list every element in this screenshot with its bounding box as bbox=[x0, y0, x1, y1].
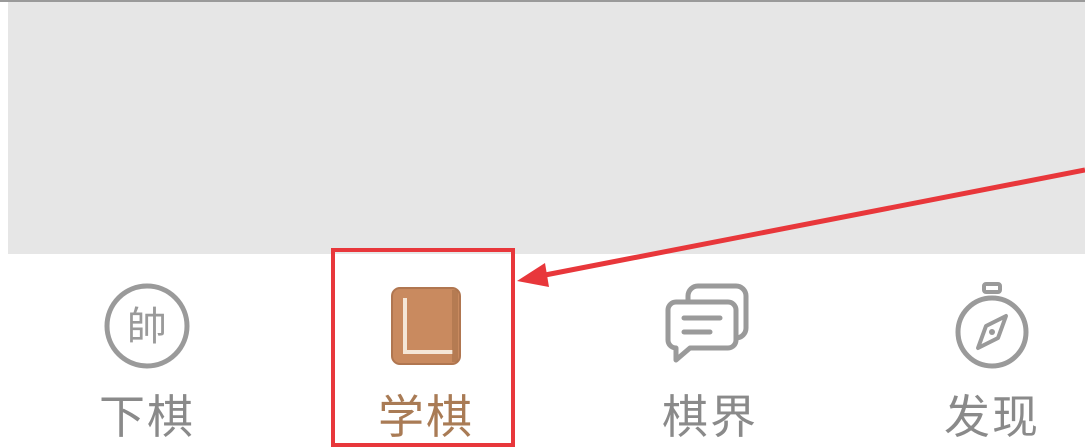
chat-bubbles-icon bbox=[665, 283, 749, 363]
tab-chess-world[interactable]: 棋界 bbox=[610, 254, 810, 447]
compass-icon bbox=[955, 282, 1029, 369]
tab-chess-world-label: 棋界 bbox=[662, 390, 758, 444]
app-screen: 帥 下棋 学棋 棋界 发现 bbox=[0, 0, 1085, 447]
content-area bbox=[8, 2, 1085, 254]
tab-play[interactable]: 帥 下棋 bbox=[47, 254, 247, 447]
tab-discover[interactable]: 发现 bbox=[892, 254, 1085, 447]
tab-discover-label: 发现 bbox=[944, 390, 1040, 444]
tab-learn-label: 学棋 bbox=[378, 390, 474, 444]
tab-play-label: 下棋 bbox=[99, 390, 195, 444]
bottom-tab-bar: 帥 下棋 学棋 棋界 发现 bbox=[0, 254, 1085, 447]
tab-learn[interactable]: 学棋 bbox=[326, 254, 526, 447]
shuai-piece-glyph: 帥 bbox=[127, 304, 167, 350]
book-icon bbox=[391, 287, 461, 365]
shuai-piece-icon: 帥 bbox=[104, 283, 190, 369]
